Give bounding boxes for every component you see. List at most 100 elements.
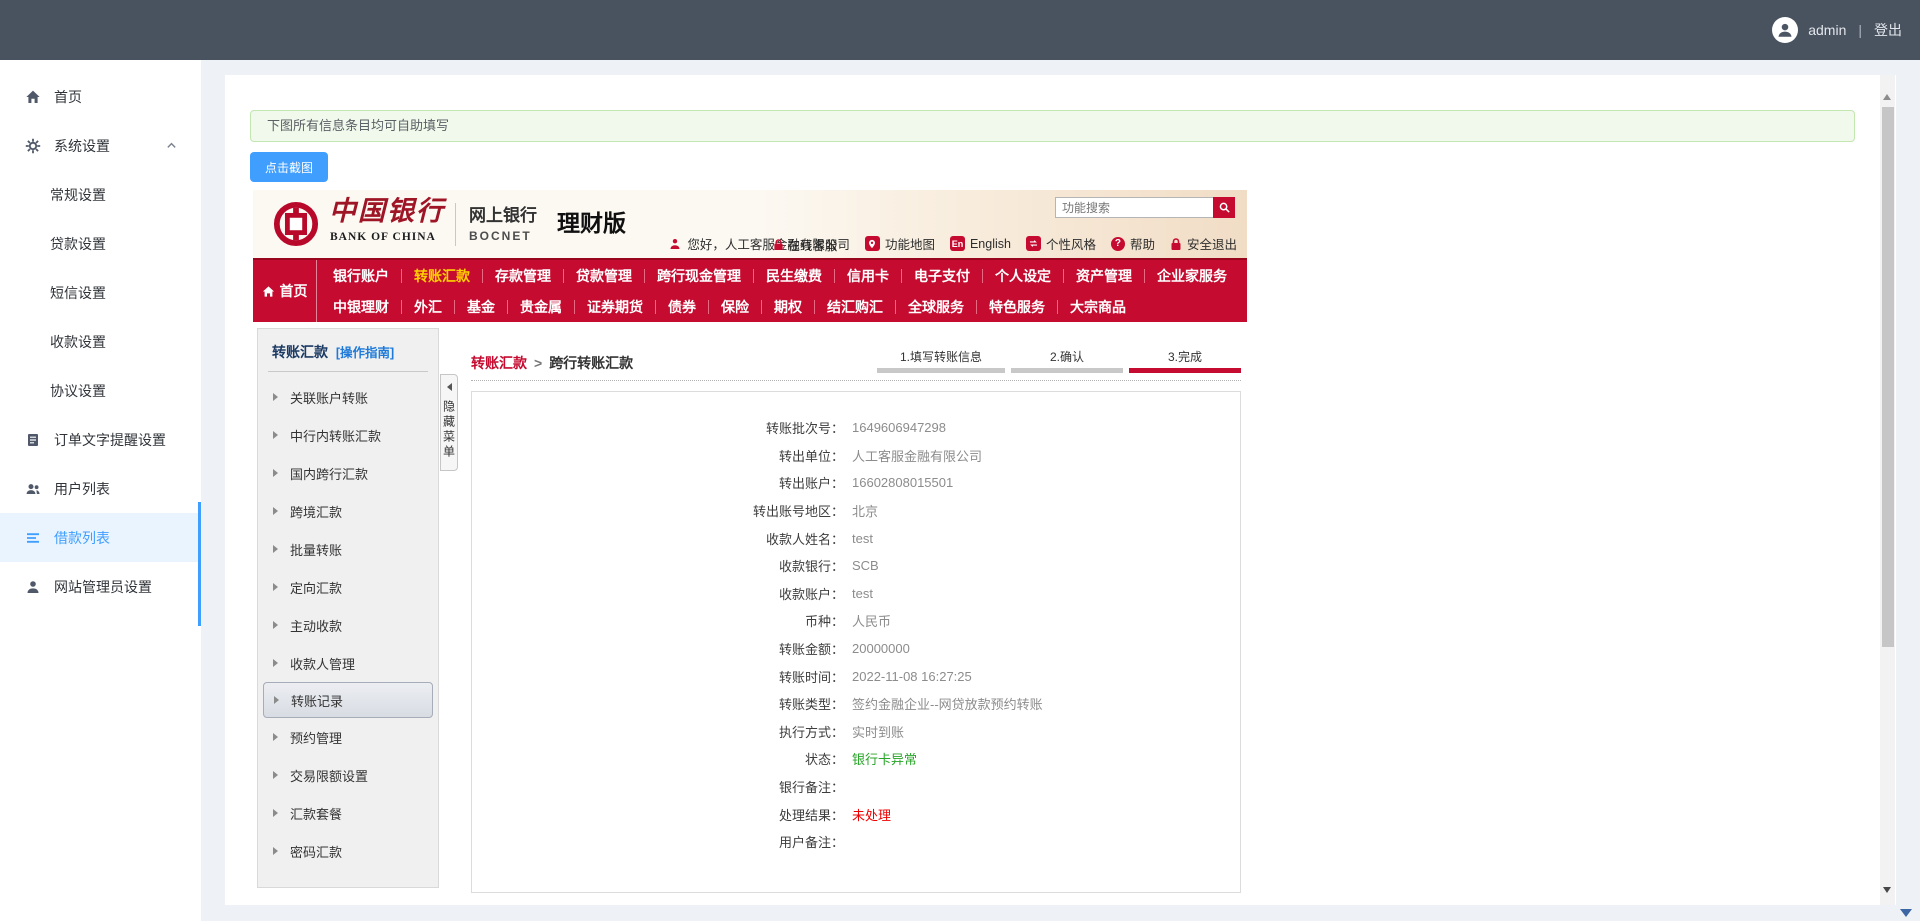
detail-row: 收款人姓名： test [472,524,1240,552]
submenu-divider [268,371,428,372]
sidebar-item-agreement-settings[interactable]: 协议设置 [0,366,201,415]
nav-item-active[interactable]: 转账汇款 [402,268,483,283]
sidebar-item-borrow-list[interactable]: 借款列表 [0,513,201,562]
search-icon [1219,202,1230,213]
nav-item[interactable]: 中银理财 [321,299,402,314]
submenu-item[interactable]: 预约管理 [258,718,438,756]
step-2: 2.确认 [1011,348,1123,373]
submenu-item-selected[interactable]: 转账记录 [263,682,433,718]
submenu-item[interactable]: 国内跨行汇款 [258,454,438,492]
sidebar-item-home[interactable]: 首页 [0,72,201,121]
nav-item[interactable]: 全球服务 [896,299,977,314]
operation-guide-link[interactable]: [操作指南] [336,346,394,360]
hide-menu-tab[interactable]: 隐藏菜单 [440,374,458,471]
nav-item[interactable]: 保险 [709,299,762,314]
submenu-item[interactable]: 收款人管理 [258,644,438,682]
function-map-link[interactable]: 功能地图 [864,234,935,253]
caret-right-icon [273,583,278,591]
submenu-item[interactable]: 主动收款 [258,606,438,644]
nav-item[interactable]: 贵金属 [508,299,575,314]
detail-row: 银行备注： [472,773,1240,801]
detail-label: 转账批次号： [765,421,844,437]
secure-logout-label: 安全退出 [1186,238,1237,252]
card-scrollbar[interactable] [1880,75,1895,905]
nav-item[interactable]: 银行账户 [321,268,402,283]
submenu-item-label: 预约管理 [290,730,343,746]
nav-item[interactable]: 特色服务 [977,299,1058,314]
logo-divider [455,203,456,246]
detail-label: 执行方式： [778,724,844,740]
style-link[interactable]: 个性风格 [1025,234,1096,253]
help-label: 帮助 [1129,238,1155,252]
nav-item[interactable]: 信用卡 [835,268,902,283]
submenu-item[interactable]: 跨境汇款 [258,492,438,530]
sidebar-item-label: 常规设置 [50,186,106,203]
submenu-item[interactable]: 批量转账 [258,530,438,568]
breadcrumb-current: 跨行转账汇款 [549,355,634,371]
sidebar-item-collection-settings[interactable]: 收款设置 [0,317,201,366]
submenu-item-label: 收款人管理 [290,656,356,672]
detail-value: 1649606947298 [852,420,946,436]
submenu-item[interactable]: 中行内转账汇款 [258,416,438,454]
sidebar-item-sms-settings[interactable]: 短信设置 [0,268,201,317]
submenu-item[interactable]: 定向汇款 [258,568,438,606]
sidebar-item-loan-settings[interactable]: 贷款设置 [0,219,201,268]
sidebar-item-label: 借款列表 [54,529,110,546]
nav-item[interactable]: 存款管理 [483,268,564,283]
detail-row: 转出单位： 人工客服金融有限公司 [472,442,1240,470]
scroll-up-arrow[interactable] [1883,94,1891,100]
help-link[interactable]: ? 帮助 [1110,234,1155,253]
submenu-item[interactable]: 密码汇款 [258,832,438,870]
nav-item[interactable]: 贷款管理 [564,268,645,283]
nav-item[interactable]: 证券期货 [575,299,656,314]
detail-row: 收款银行： SCB [472,552,1240,580]
users-icon [25,480,42,497]
nav-item[interactable]: 资产管理 [1064,268,1145,283]
nav-item[interactable]: 跨行现金管理 [645,268,754,283]
logout-link[interactable]: 登出 [1874,20,1902,40]
scroll-down-arrow[interactable] [1883,887,1891,893]
sidebar-item-user-list[interactable]: 用户列表 [0,464,201,513]
nav-item[interactable]: 民生缴费 [754,268,835,283]
sidebar-item-general-settings[interactable]: 常规设置 [0,170,201,219]
submenu-item[interactable]: 关联账户转账 [258,378,438,416]
submenu-item-label: 批量转账 [290,542,343,558]
submenu-item[interactable]: 交易限额设置 [258,756,438,794]
nav-item[interactable]: 债券 [656,299,709,314]
sidebar-item-order-text-reminder[interactable]: 订单文字提醒设置 [0,415,201,464]
nav-item[interactable]: 电子支付 [902,268,983,283]
scrollbar-thumb[interactable] [1881,107,1894,647]
caret-right-icon [273,469,278,477]
sidebar-item-system-settings[interactable]: 系统设置 [0,121,201,170]
window-scroll-down-arrow[interactable] [1900,909,1912,917]
detail-label: 状态： [804,752,844,768]
avatar [1772,17,1799,43]
secure-logout-link[interactable]: 安全退出 [1170,234,1237,253]
nav-item[interactable]: 基金 [455,299,508,314]
bank-nav-home[interactable]: 首页 [253,260,317,322]
online-service-overlay[interactable]: 在线客服 [773,235,837,254]
bank-nav-row2: 中银理财 外汇 基金 贵金属 证券期货 债券 保险 期权 结汇购汇 全球服务 特… [317,291,1247,322]
detail-value: 实时到账 [852,724,905,740]
submenu-item[interactable]: 汇款套餐 [258,794,438,832]
caret-right-icon [273,545,278,553]
nav-item[interactable]: 外汇 [402,299,455,314]
language-link[interactable]: En English [949,236,1011,251]
account-area[interactable]: admin | 登出 [1772,17,1902,43]
sidebar-item-site-admin-settings[interactable]: 网站管理员设置 [0,562,201,611]
search-button[interactable] [1213,197,1235,218]
detail-label: 银行备注： [778,780,844,796]
breadcrumb-section[interactable]: 转账汇款 [471,355,527,371]
nav-item[interactable]: 大宗商品 [1058,300,1138,314]
search-input[interactable] [1055,197,1213,218]
nav-item[interactable]: 个人设定 [983,268,1064,283]
screenshot-button[interactable]: 点击截图 [250,152,329,182]
home-icon [262,285,274,297]
detail-value: SCB [852,558,879,574]
submenu-item-label: 中行内转账汇款 [290,428,382,444]
nav-item[interactable]: 企业家服务 [1145,269,1239,283]
nav-item[interactable]: 结汇购汇 [815,299,896,314]
sidebar-item-label: 贷款设置 [50,235,106,252]
nav-item[interactable]: 期权 [762,299,815,314]
detail-label: 币种： [804,614,844,630]
